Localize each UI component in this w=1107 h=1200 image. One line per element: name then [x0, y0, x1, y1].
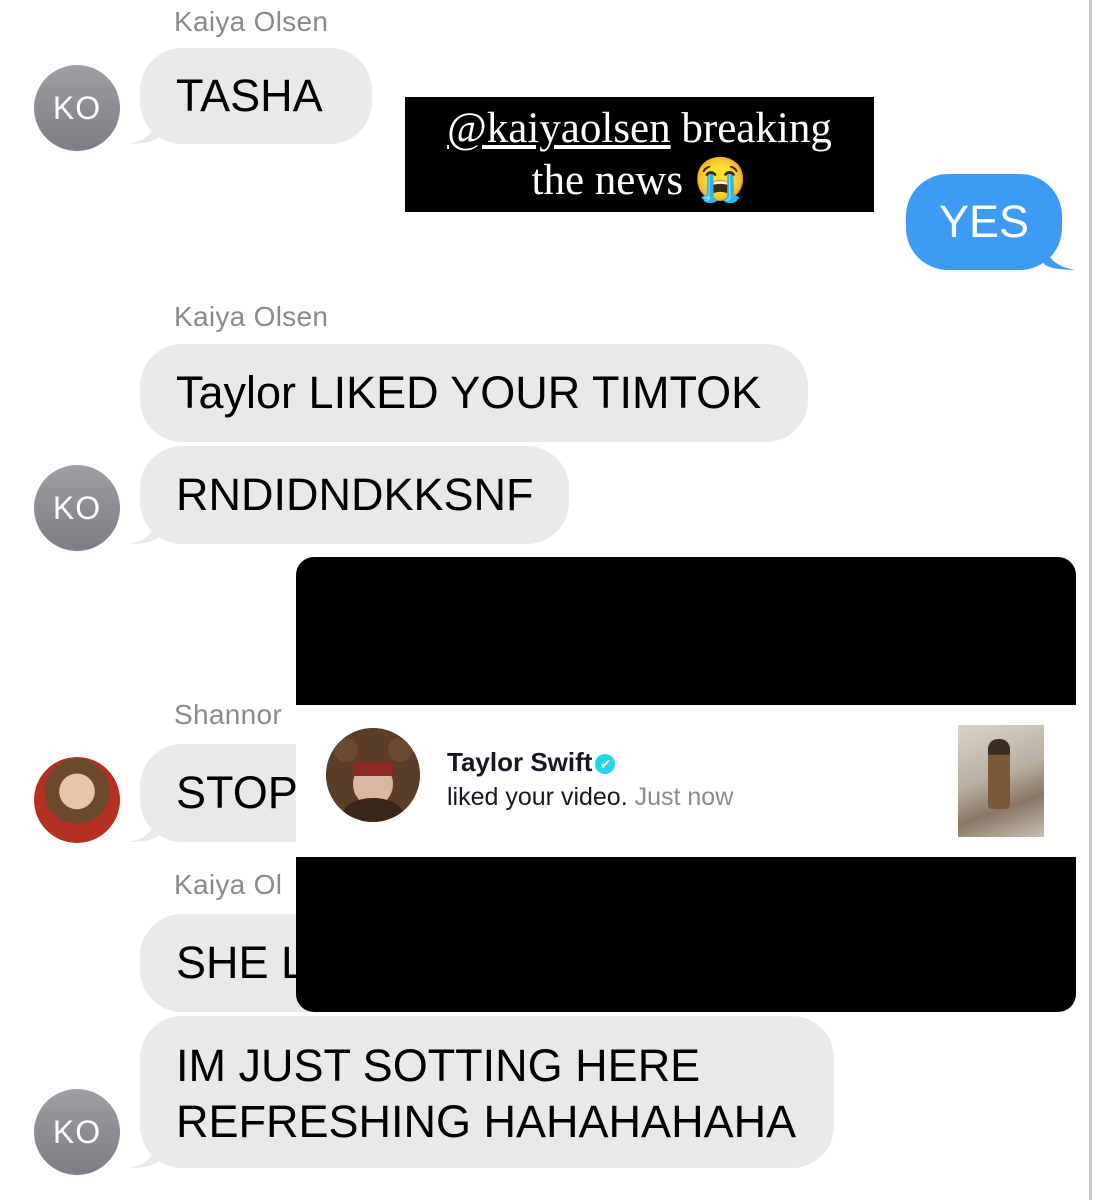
message-bubble[interactable]: IM JUST SOTTING HERE REFRESHING HAHAHAHA… — [128, 1016, 834, 1168]
avatar-initials: KO — [52, 1113, 102, 1150]
caption-mention[interactable]: @kaiyaolsen — [447, 105, 670, 152]
bear-hat-avatar-icon — [326, 728, 420, 822]
tiktok-notification[interactable]: Taylor Swift ✔ liked your video. Just now — [296, 705, 1076, 857]
bubble-tail-icon — [128, 812, 158, 842]
message-text: YES — [939, 196, 1030, 247]
verified-badge-icon: ✔ — [595, 754, 616, 774]
scroll-edge — [1089, 0, 1092, 1200]
bubble-tail-icon — [1044, 240, 1076, 270]
caption-text: breaking — [670, 105, 832, 152]
bubble-tail-icon — [128, 114, 158, 144]
bubble-tail-icon — [128, 1138, 158, 1168]
video-thumbnail[interactable] — [958, 725, 1044, 837]
notification-text: liked your video. Just now — [447, 783, 733, 812]
username-text: Taylor Swift — [447, 747, 593, 777]
message-text: TASHA — [176, 70, 323, 121]
message-text: RNDIDNDKKSNF — [176, 469, 534, 520]
avatar[interactable]: KO — [34, 65, 120, 151]
story-caption: @kaiyaolsen breaking the news 😭 — [405, 97, 874, 212]
thumbnail-figure — [988, 739, 1010, 809]
notification-time: Just now — [634, 783, 734, 811]
caption-line-2: the news 😭 — [405, 155, 874, 207]
message-text-line-2: REFRESHING HAHAHAHAHA — [176, 1096, 797, 1147]
avatar-initials: KO — [52, 89, 102, 126]
sender-label: Kaiya Olsen — [174, 6, 329, 37]
message-bubble[interactable]: RNDIDNDKKSNF — [128, 446, 569, 544]
crying-emoji-icon: 😭 — [693, 157, 748, 204]
sender-label: Kaiya Ol — [174, 869, 283, 900]
redaction-block-bottom — [296, 857, 1076, 1012]
sender-label: Shannor — [174, 699, 282, 730]
message-text: SHE L — [176, 937, 307, 988]
message-text-line-1: IM JUST SOTTING HERE — [176, 1040, 701, 1091]
redaction-block-top — [296, 557, 1076, 707]
caption-line-1: @kaiyaolsen breaking — [405, 103, 874, 155]
message-bubble[interactable]: TASHA — [128, 48, 372, 144]
notification-username[interactable]: Taylor Swift ✔ — [447, 747, 616, 778]
outgoing-message-bubble[interactable]: YES — [906, 174, 1076, 270]
message-text: STOP — [176, 767, 298, 818]
caption-text-2: the news — [531, 157, 684, 204]
avatar-initials: KO — [52, 489, 102, 526]
bubble-tail-icon — [128, 514, 158, 544]
message-text: Taylor LIKED YOUR TIMTOK — [176, 367, 762, 418]
avatar[interactable]: KO — [34, 1089, 120, 1175]
sender-label: Kaiya Olsen — [174, 301, 329, 332]
message-bubble[interactable]: Taylor LIKED YOUR TIMTOK — [140, 344, 808, 442]
avatar[interactable]: KO — [34, 465, 120, 551]
avatar-photo[interactable] — [34, 757, 120, 843]
notification-action: liked your video. — [447, 783, 628, 811]
notification-avatar[interactable] — [326, 728, 420, 822]
